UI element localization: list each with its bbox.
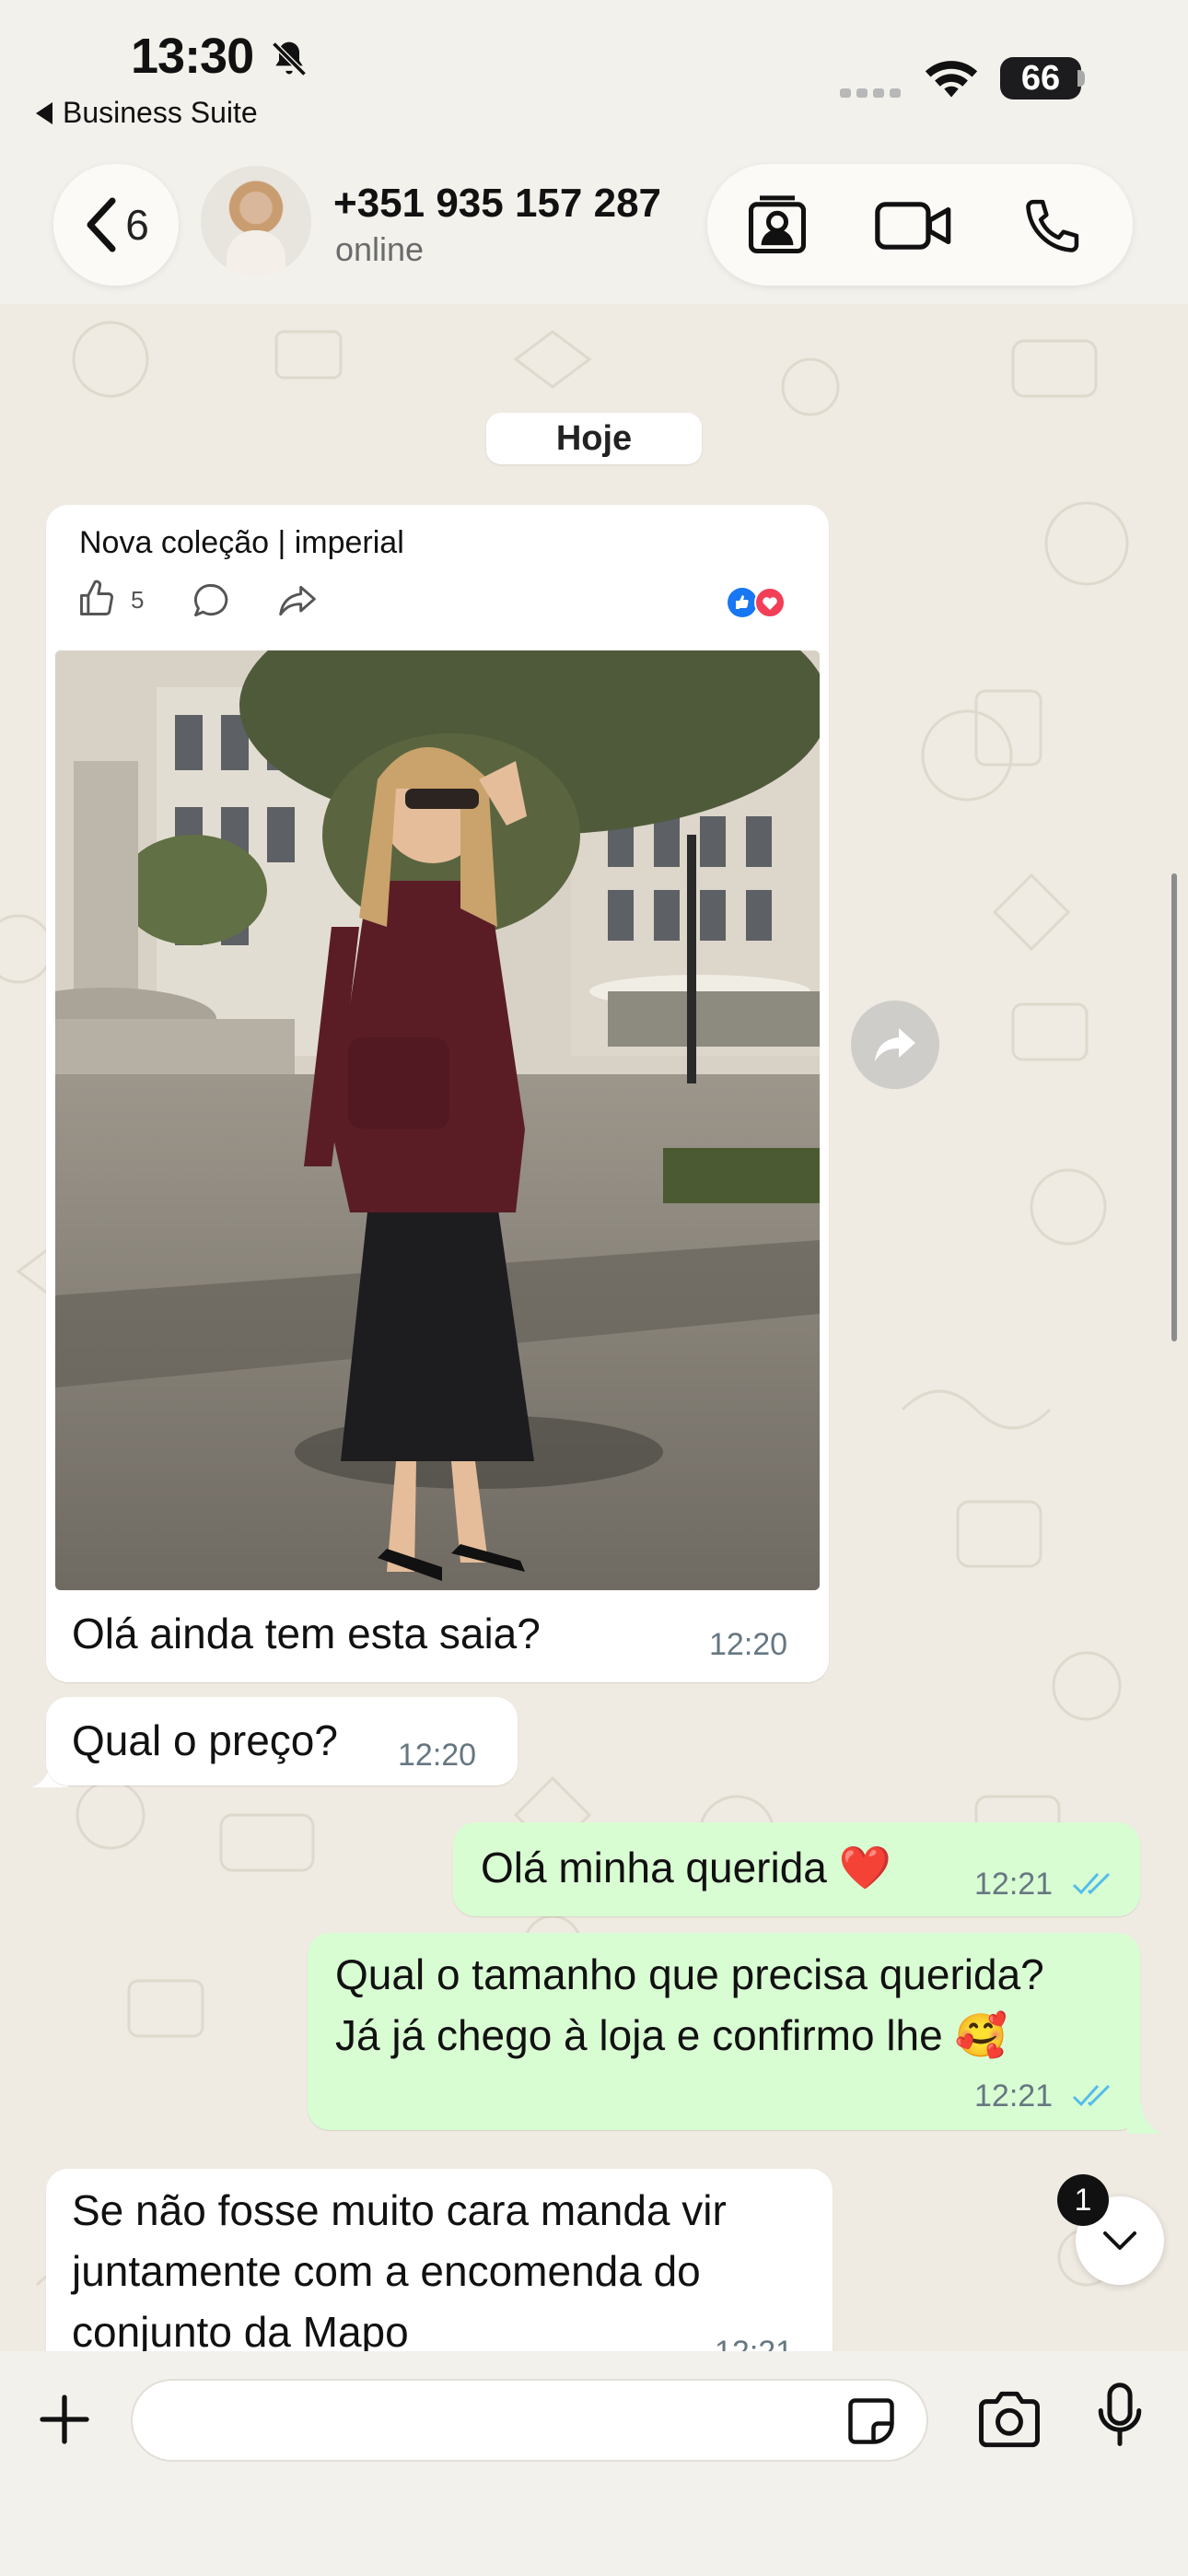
battery-indicator: 66	[1000, 57, 1081, 100]
attach-button[interactable]	[35, 2390, 94, 2453]
forward-button[interactable]	[851, 1001, 939, 1089]
message-time: 12:20	[709, 1627, 788, 1662]
chevron-left-icon	[87, 197, 116, 252]
date-divider: Hoje	[486, 413, 702, 464]
forward-icon	[875, 1028, 915, 1061]
post-like-count: 5	[131, 586, 145, 614]
sticker-button[interactable]	[844, 2394, 899, 2453]
back-app-label: Business Suite	[63, 96, 258, 129]
contact-name[interactable]: +351 935 157 287	[333, 181, 661, 227]
sticker-icon	[848, 2398, 894, 2444]
microphone-icon	[1098, 2383, 1142, 2446]
outgoing-message[interactable]: Qual o tamanho que precisa querida? Já j…	[308, 1933, 1140, 2130]
camera-button[interactable]	[976, 2390, 1042, 2453]
bubble-tail	[1127, 2104, 1164, 2134]
message-text-line: Se não fosse muito cara manda vir	[72, 2186, 727, 2234]
microphone-button[interactable]	[1096, 2383, 1144, 2453]
like-icon	[76, 579, 118, 624]
message-text-line: juntamente com a encomenda do	[72, 2247, 701, 2295]
cellular-signal-icon	[840, 85, 904, 104]
comment-icon	[190, 580, 232, 626]
avatar[interactable]	[201, 166, 311, 276]
message-text-line: Qual o tamanho que precisa querida?	[335, 1950, 1044, 1998]
battery-cap	[1077, 70, 1085, 87]
post-title: Nova coleção | imperial	[79, 525, 404, 560]
message-text: Qual o preço?	[72, 1716, 338, 1764]
unread-chats-count: 6	[125, 201, 149, 249]
call-actions-group	[707, 164, 1133, 286]
message-time: 12:20	[398, 1738, 477, 1773]
back-triangle-icon	[36, 101, 52, 124]
contact-status: online	[335, 230, 425, 268]
phone-icon	[1026, 199, 1079, 252]
reactions-icon	[726, 586, 790, 624]
plus-icon	[40, 2395, 89, 2444]
unread-badge: 1	[1057, 2174, 1109, 2226]
video-camera-icon	[875, 202, 951, 250]
video-call-button[interactable]	[873, 199, 954, 257]
outgoing-message[interactable]: Olá minha querida ❤️ 12:21	[453, 1822, 1140, 1916]
message-input[interactable]	[131, 2379, 928, 2462]
chevron-down-icon	[1103, 2231, 1136, 2250]
back-button[interactable]: 6	[53, 164, 179, 286]
status-time: 13:30	[131, 29, 254, 84]
voice-call-button[interactable]	[1020, 195, 1083, 263]
share-icon	[276, 580, 319, 626]
read-receipt-icon	[1072, 2084, 1111, 2107]
incoming-message[interactable]: Qual o preço? 12:20	[46, 1697, 518, 1786]
message-text: Olá minha querida ❤️	[481, 1844, 891, 1891]
bell-off-icon	[269, 39, 309, 84]
camera-icon	[979, 2391, 1040, 2448]
message-time: 12:21	[974, 1867, 1054, 1902]
scrollbar[interactable]	[1171, 873, 1177, 1341]
contact-card-button[interactable]	[742, 190, 812, 264]
back-to-app-link[interactable]: Business Suite	[35, 96, 258, 130]
message-text-line: Já já chego à loja e confirmo lhe 🥰	[335, 2011, 1007, 2059]
message-time: 12:21	[974, 2078, 1054, 2113]
read-receipt-icon	[1072, 1872, 1111, 1895]
wifi-icon	[923, 57, 980, 104]
post-photo[interactable]	[55, 650, 820, 1590]
contact-card-icon	[748, 195, 807, 254]
post-caption-text: Olá ainda tem esta saia?	[72, 1610, 541, 1657]
